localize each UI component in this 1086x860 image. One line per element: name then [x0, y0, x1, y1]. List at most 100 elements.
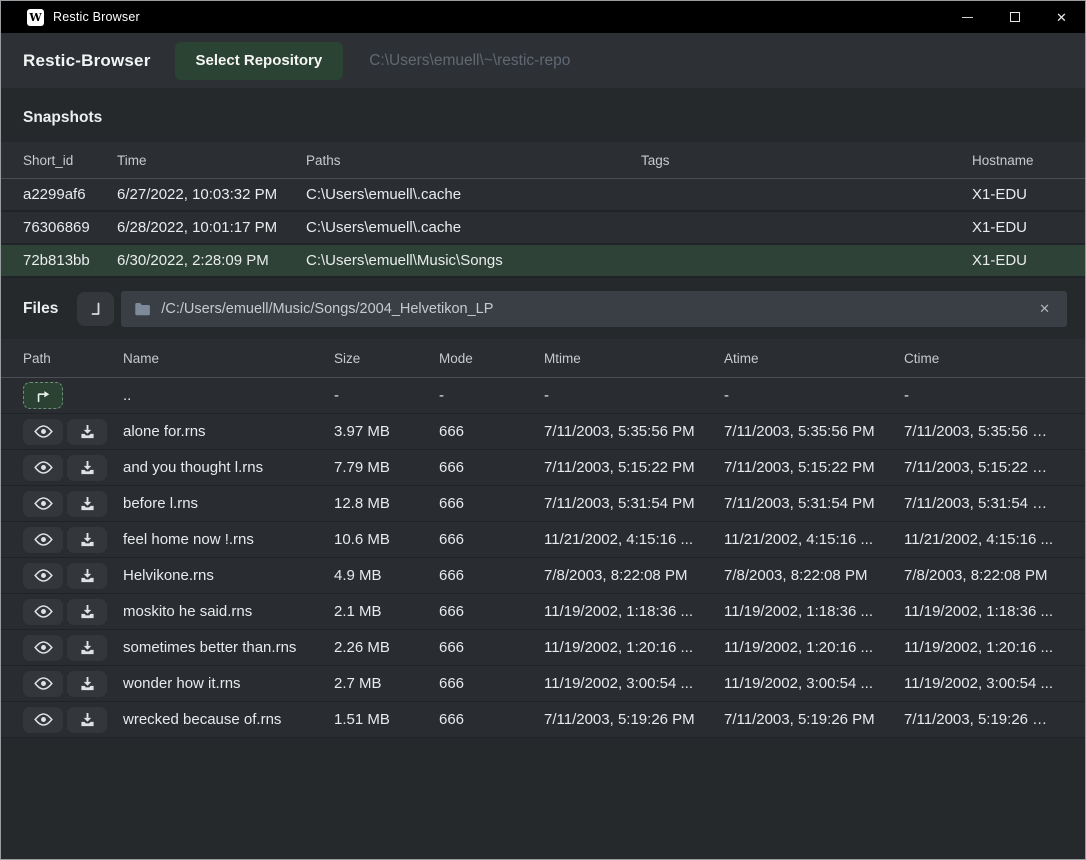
snapshot-row-selected[interactable]: 72b813bb 6/30/2022, 2:28:09 PM C:\Users\…: [1, 245, 1085, 278]
files-path-bar[interactable]: /C:/Users/emuell/Music/Songs/2004_Helvet…: [121, 291, 1067, 327]
file-name: alone for.rns: [123, 423, 334, 440]
file-atime: 7/8/2003, 8:22:08 PM: [724, 567, 904, 584]
snapshots-section-title: Snapshots: [1, 88, 1085, 142]
preview-file-button[interactable]: [23, 419, 63, 445]
preview-file-button[interactable]: [23, 707, 63, 733]
close-button[interactable]: ✕: [1038, 1, 1085, 33]
col-mtime: Mtime: [544, 351, 724, 366]
file-name: Helvikone.rns: [123, 567, 334, 584]
download-icon: [80, 568, 95, 583]
file-mtime: -: [544, 387, 724, 404]
file-size: 10.6 MB: [334, 531, 439, 548]
folder-icon: [134, 302, 151, 316]
download-file-button[interactable]: [67, 419, 107, 445]
file-mtime: 11/19/2002, 1:18:36 ...: [544, 603, 724, 620]
maximize-button[interactable]: [991, 1, 1038, 33]
download-icon: [80, 532, 95, 547]
level-up-icon: [87, 300, 105, 318]
col-atime: Atime: [724, 351, 904, 366]
preview-file-button[interactable]: [23, 455, 63, 481]
preview-file-button[interactable]: [23, 527, 63, 553]
preview-file-button[interactable]: [23, 635, 63, 661]
file-mtime: 7/11/2003, 5:31:54 PM: [544, 495, 724, 512]
eye-icon: [34, 676, 53, 691]
file-mtime: 11/19/2002, 3:00:54 ...: [544, 675, 724, 692]
file-size: 2.1 MB: [334, 603, 439, 620]
file-mode: 666: [439, 459, 544, 476]
file-name: and you thought l.rns: [123, 459, 334, 476]
eye-icon: [34, 712, 53, 727]
snapshot-row[interactable]: 76306869 6/28/2022, 10:01:17 PM C:\Users…: [1, 212, 1085, 245]
file-ctime: 11/19/2002, 1:20:16 ...: [904, 639, 1063, 656]
eye-icon: [34, 640, 53, 655]
go-up-button[interactable]: [23, 382, 63, 409]
file-mtime: 7/11/2003, 5:35:56 PM: [544, 423, 724, 440]
files-path-text: /C:/Users/emuell/Music/Songs/2004_Helvet…: [161, 301, 1025, 317]
file-row: wonder how it.rns 2.7 MB 666 11/19/2002,…: [1, 666, 1085, 702]
preview-file-button[interactable]: [23, 671, 63, 697]
download-file-button[interactable]: [67, 671, 107, 697]
file-mode: -: [439, 387, 544, 404]
download-file-button[interactable]: [67, 491, 107, 517]
file-name: sometimes better than.rns: [123, 639, 334, 656]
download-file-button[interactable]: [67, 599, 107, 625]
eye-icon: [34, 532, 53, 547]
file-ctime: 11/19/2002, 1:18:36 ...: [904, 603, 1063, 620]
preview-file-button[interactable]: [23, 563, 63, 589]
snapshot-hostname: X1-EDU: [972, 252, 1063, 269]
select-repository-button[interactable]: Select Repository: [175, 42, 344, 80]
download-file-button[interactable]: [67, 455, 107, 481]
minimize-icon: [962, 17, 973, 18]
file-atime: 11/19/2002, 1:20:16 ...: [724, 639, 904, 656]
file-size: 1.51 MB: [334, 711, 439, 728]
download-file-button[interactable]: [67, 635, 107, 661]
repository-path[interactable]: C:\Users\emuell\~\restic-repo: [369, 52, 570, 70]
file-mtime: 11/21/2002, 4:15:16 ...: [544, 531, 724, 548]
tree-toggle-button[interactable]: [77, 292, 114, 326]
maximize-icon: [1010, 12, 1020, 22]
file-name: wrecked because of.rns: [123, 711, 334, 728]
col-short-id: Short_id: [23, 153, 117, 168]
download-icon: [80, 496, 95, 511]
file-atime: 7/11/2003, 5:31:54 PM: [724, 495, 904, 512]
window-title: Restic Browser: [53, 10, 140, 24]
download-file-button[interactable]: [67, 563, 107, 589]
file-size: 2.26 MB: [334, 639, 439, 656]
file-atime: 11/19/2002, 1:18:36 ...: [724, 603, 904, 620]
file-ctime: 7/8/2003, 8:22:08 PM: [904, 567, 1063, 584]
file-row: before l.rns 12.8 MB 666 7/11/2003, 5:31…: [1, 486, 1085, 522]
file-row: alone for.rns 3.97 MB 666 7/11/2003, 5:3…: [1, 414, 1085, 450]
files-section-title: Files: [23, 300, 58, 318]
file-name: moskito he said.rns: [123, 603, 334, 620]
file-ctime: 11/19/2002, 3:00:54 ...: [904, 675, 1063, 692]
col-tags: Tags: [641, 153, 972, 168]
col-size: Size: [334, 351, 439, 366]
snapshot-hostname: X1-EDU: [972, 186, 1063, 203]
file-atime: 7/11/2003, 5:15:22 PM: [724, 459, 904, 476]
snapshot-row[interactable]: a2299af6 6/27/2022, 10:03:32 PM C:\Users…: [1, 179, 1085, 212]
eye-icon: [34, 568, 53, 583]
download-icon: [80, 676, 95, 691]
file-atime: -: [724, 387, 904, 404]
file-name: ..: [123, 387, 334, 404]
file-mode: 666: [439, 495, 544, 512]
file-atime: 7/11/2003, 5:35:56 PM: [724, 423, 904, 440]
snapshot-time: 6/30/2022, 2:28:09 PM: [117, 252, 306, 269]
app-window: W Restic Browser ✕ Restic-Browser Select…: [0, 0, 1086, 860]
minimize-button[interactable]: [944, 1, 991, 33]
file-mode: 666: [439, 423, 544, 440]
file-mtime: 7/11/2003, 5:15:22 PM: [544, 459, 724, 476]
app-title: Restic-Browser: [23, 51, 151, 71]
col-mode: Mode: [439, 351, 544, 366]
preview-file-button[interactable]: [23, 599, 63, 625]
clear-path-button[interactable]: ✕: [1035, 299, 1054, 319]
file-size: 2.7 MB: [334, 675, 439, 692]
preview-file-button[interactable]: [23, 491, 63, 517]
file-name: before l.rns: [123, 495, 334, 512]
download-file-button[interactable]: [67, 707, 107, 733]
file-atime: 11/21/2002, 4:15:16 ...: [724, 531, 904, 548]
eye-icon: [34, 604, 53, 619]
titlebar: W Restic Browser ✕: [1, 1, 1085, 33]
download-file-button[interactable]: [67, 527, 107, 553]
up-dir-arrow-icon: [34, 388, 52, 404]
